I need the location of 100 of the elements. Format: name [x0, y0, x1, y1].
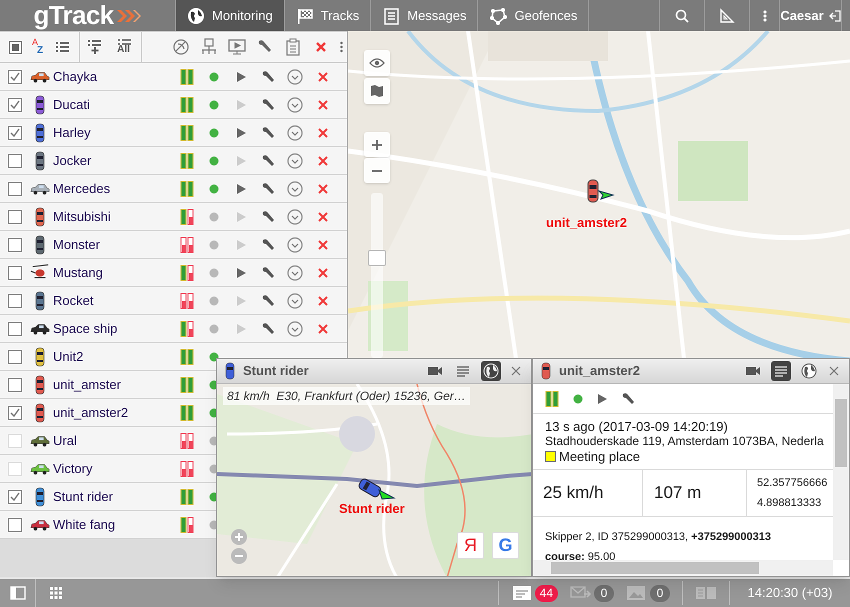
unit-name[interactable]: Rocket [53, 290, 173, 310]
wrench-icon[interactable] [621, 392, 635, 406]
unit-name[interactable]: Mitsubishi [53, 206, 173, 226]
play-button[interactable] [597, 392, 607, 404]
unit-name[interactable]: Chayka [53, 66, 173, 86]
unit-name[interactable]: Space ship [53, 318, 173, 338]
delete-button[interactable] [316, 182, 328, 194]
unit-name[interactable]: unit_amster2 [53, 402, 173, 422]
play-button[interactable] [236, 266, 246, 278]
connection-status-icon [180, 516, 194, 532]
wrench-icon[interactable] [260, 70, 274, 84]
popup-tab[interactable] [771, 361, 791, 381]
unit-name[interactable]: Stunt rider [53, 486, 173, 506]
checkbox[interactable] [8, 350, 22, 364]
unit-name[interactable]: White fang [53, 514, 173, 534]
map-provider-button[interactable]: G [492, 532, 519, 559]
delete-button[interactable] [316, 126, 328, 138]
dropdown-button[interactable] [287, 124, 303, 140]
unit-name[interactable]: unit_amster [53, 374, 173, 394]
messages-counter[interactable]: 44 [510, 584, 558, 602]
checkbox[interactable] [8, 70, 22, 84]
last-message-time: 13 s ago (2017-03-09 14:20:19) [545, 419, 729, 434]
dropdown-button[interactable] [287, 68, 303, 84]
delete-button[interactable] [316, 70, 328, 82]
checkbox[interactable] [8, 322, 22, 336]
satellite-icon[interactable] [172, 38, 190, 56]
delete-button[interactable] [316, 266, 328, 278]
play-button[interactable] [236, 70, 246, 82]
horizontal-scrollbar[interactable] [533, 560, 833, 576]
checkbox[interactable] [8, 266, 22, 280]
delete-button[interactable] [316, 294, 328, 306]
visibility-button[interactable] [364, 50, 390, 76]
play-button[interactable] [236, 126, 246, 138]
screen-play-icon[interactable] [228, 38, 246, 56]
kebab-icon[interactable] [340, 41, 342, 53]
delete-button[interactable] [316, 238, 328, 250]
checkbox[interactable] [8, 154, 22, 168]
unit-name[interactable]: Ducati [53, 94, 173, 114]
wrench-icon[interactable] [260, 266, 274, 280]
map-layers-button[interactable] [364, 78, 390, 104]
checkbox[interactable] [8, 210, 22, 224]
dropdown-button[interactable] [287, 180, 303, 196]
select-all-checkbox[interactable] [8, 40, 22, 54]
connection-status-icon [180, 348, 194, 364]
dropdown-button[interactable] [287, 236, 303, 252]
network-icon[interactable] [200, 38, 218, 56]
checkbox[interactable] [8, 98, 22, 112]
sidebar-icon [10, 586, 26, 600]
delete-button[interactable] [316, 154, 328, 166]
sort-button[interactable]: A Z [30, 38, 50, 56]
checkbox[interactable] [8, 490, 22, 504]
delete-button[interactable] [316, 98, 328, 110]
delete-button[interactable] [316, 322, 328, 334]
nav-tab[interactable]: Monitoring [175, 0, 284, 31]
checkbox[interactable] [8, 238, 22, 252]
dropdown-button[interactable] [287, 264, 303, 280]
media-counter[interactable]: 0 [626, 584, 670, 602]
dropdown-button[interactable] [287, 292, 303, 308]
wrench-icon[interactable] [260, 182, 274, 196]
show-all-button[interactable]: All [108, 32, 142, 62]
wrench-icon[interactable] [260, 294, 274, 308]
wrench-icon[interactable] [260, 238, 274, 252]
zoom-slider[interactable] [371, 193, 383, 358]
unit-name[interactable]: Monster [53, 234, 173, 254]
vertical-scrollbar[interactable] [833, 384, 849, 560]
wrench-icon[interactable] [260, 154, 274, 168]
checkbox[interactable] [8, 126, 22, 140]
dropdown-button[interactable] [287, 320, 303, 336]
dropdown-button[interactable] [287, 152, 303, 168]
unit-name[interactable]: Harley [53, 122, 173, 142]
wrench-icon[interactable] [260, 126, 274, 140]
checkbox[interactable] [8, 378, 22, 392]
checkbox[interactable] [8, 406, 22, 420]
close-button[interactable] [509, 366, 523, 376]
slider-thumb[interactable] [368, 250, 386, 266]
marker-label: unit_amster2 [546, 214, 627, 232]
zoom-out-button[interactable] [364, 158, 390, 183]
chevrons-icon [115, 8, 142, 22]
delete-icon[interactable] [314, 40, 328, 54]
checkbox[interactable] [8, 182, 22, 196]
unit-name[interactable]: Mustang [53, 262, 173, 282]
checkbox[interactable] [8, 518, 22, 532]
zoom-in-button[interactable] [364, 132, 390, 157]
sent-counter[interactable]: 0 [570, 584, 614, 602]
unit-name[interactable]: Mercedes [53, 178, 173, 198]
popup-tab[interactable] [799, 361, 819, 381]
popup-tab[interactable] [481, 361, 501, 381]
map-provider-button[interactable]: Я [457, 532, 484, 559]
wrench-icon[interactable] [260, 210, 274, 224]
dropdown-button[interactable] [287, 208, 303, 224]
dropdown-button[interactable] [287, 96, 303, 112]
play-button[interactable] [236, 182, 246, 194]
wrench-icon[interactable] [260, 98, 274, 112]
checkbox[interactable] [8, 294, 22, 308]
close-button[interactable] [827, 366, 841, 376]
clipboard-icon[interactable] [284, 38, 302, 56]
delete-button[interactable] [316, 210, 328, 222]
unit-name[interactable]: Unit2 [53, 346, 173, 366]
unit-name[interactable]: Jocker [53, 150, 173, 170]
wrench-icon[interactable] [260, 322, 274, 336]
